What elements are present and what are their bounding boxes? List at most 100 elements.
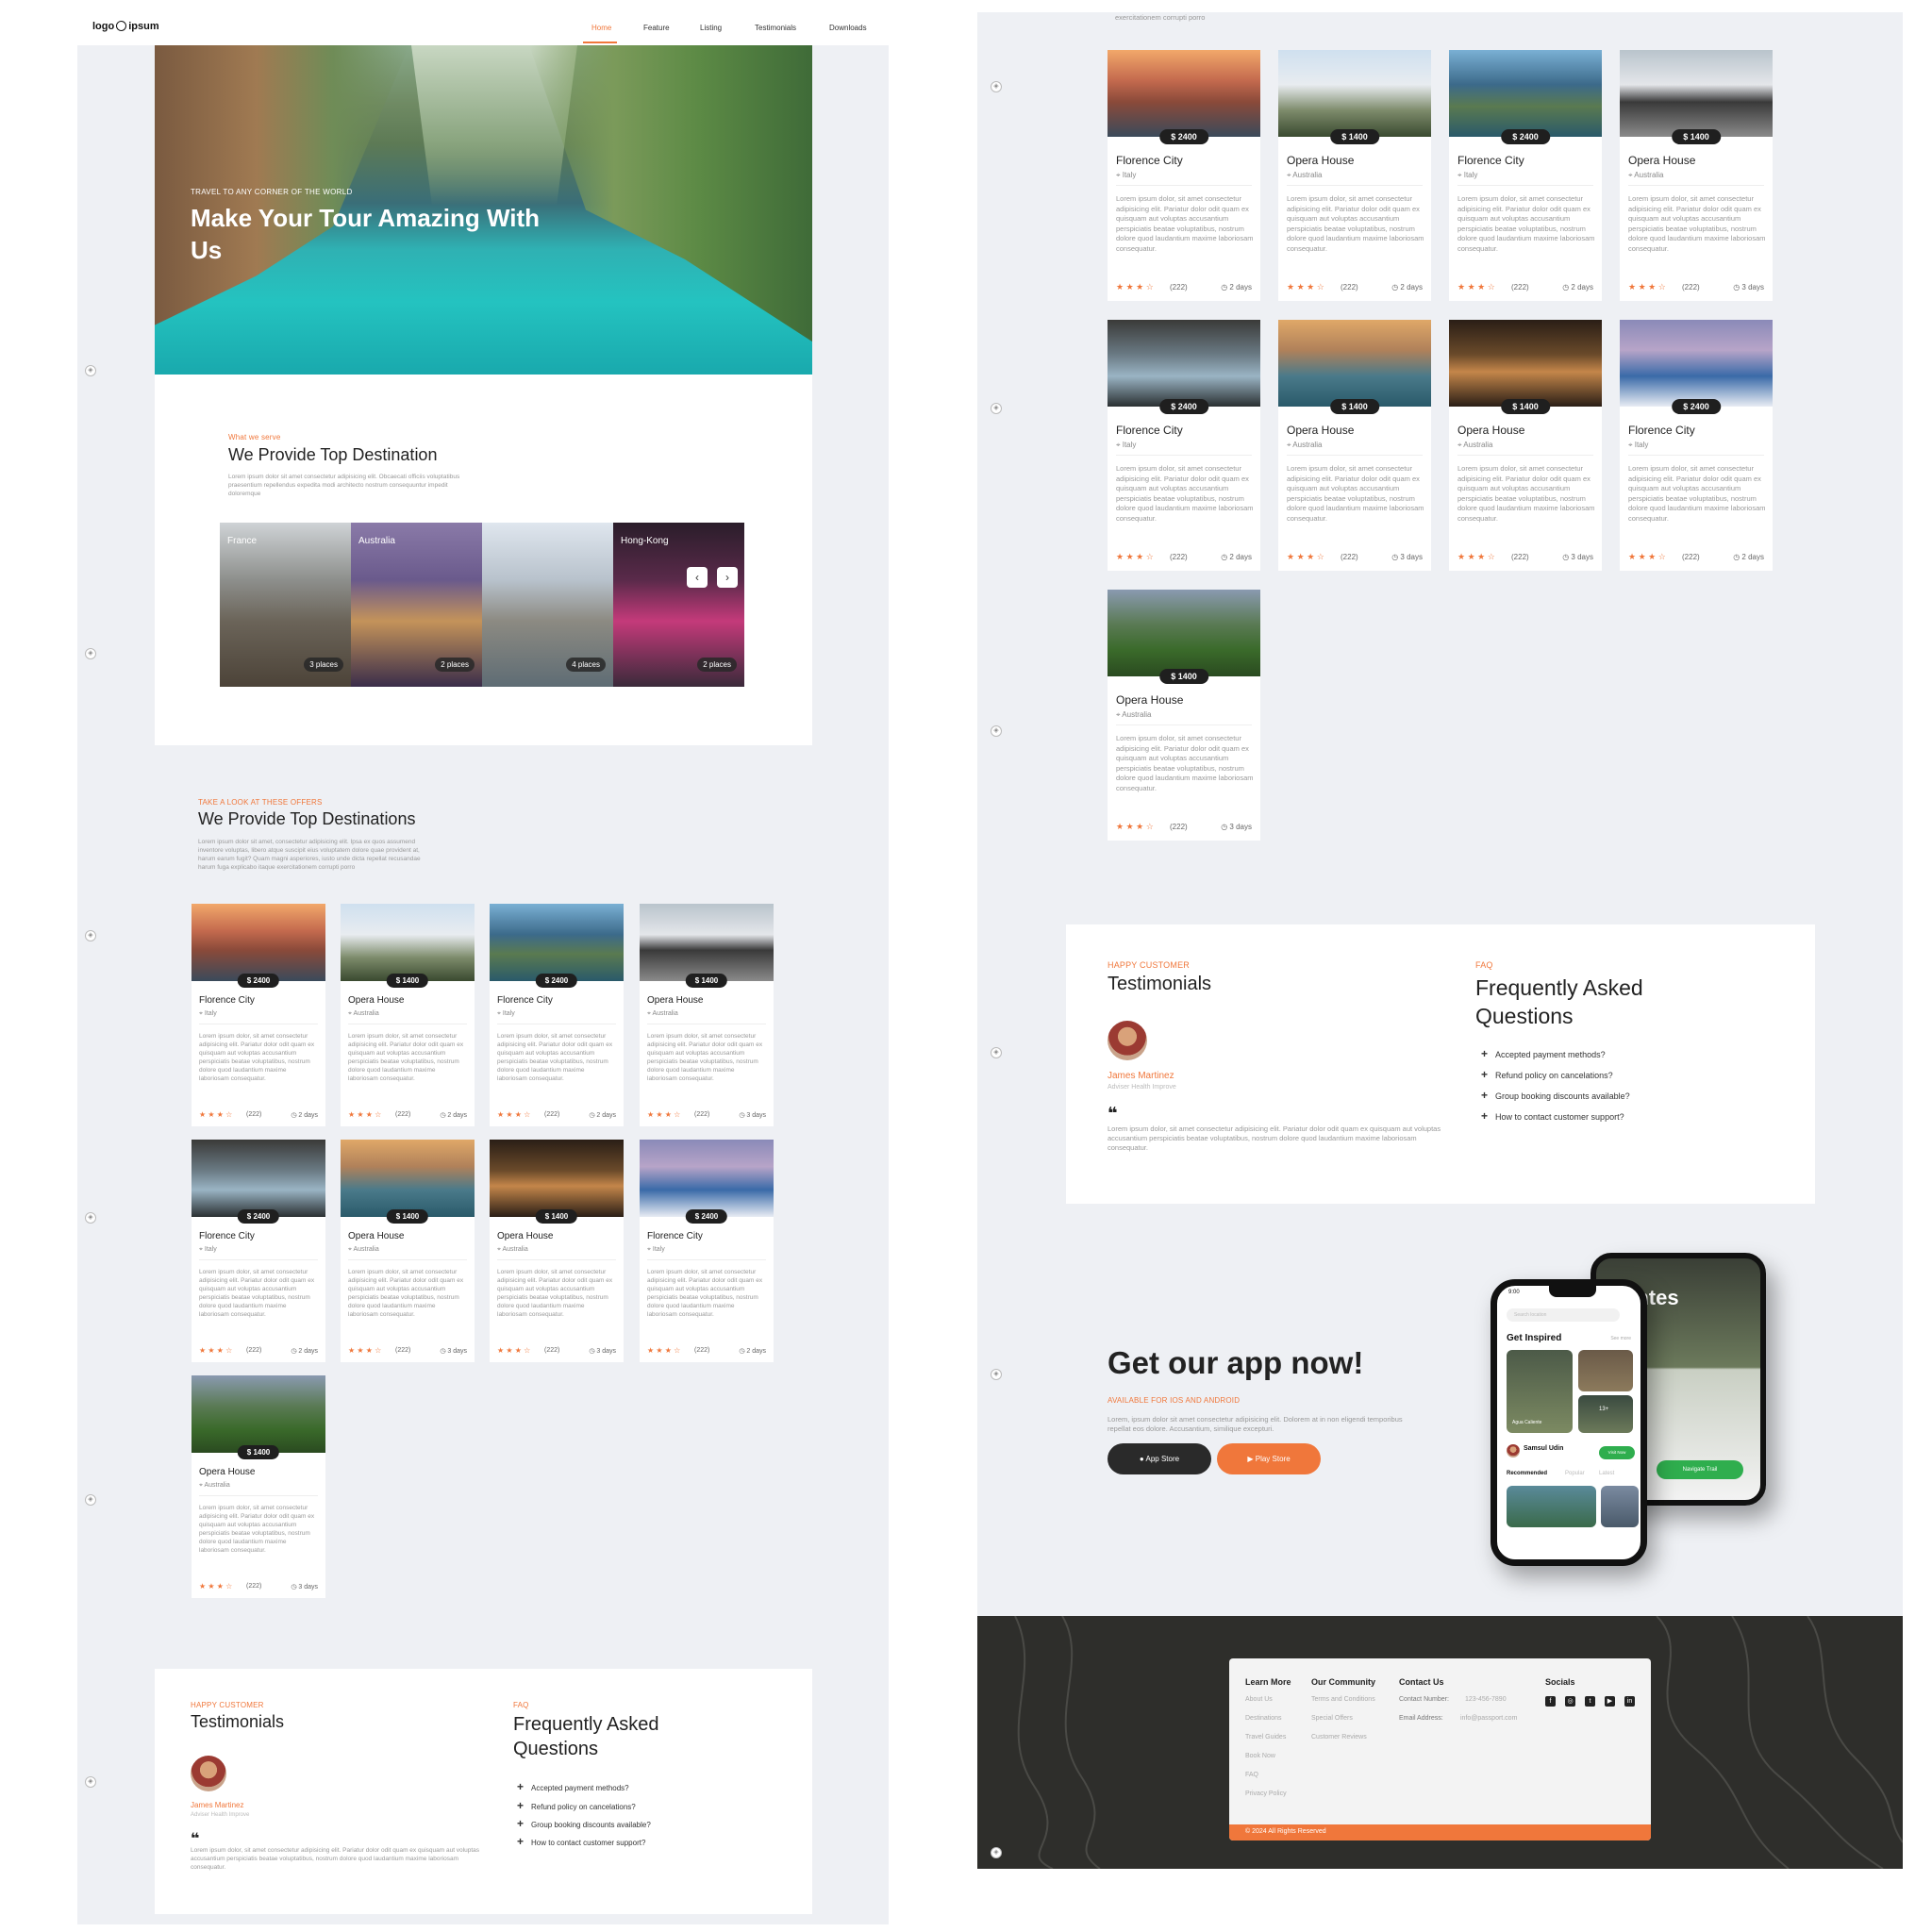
destination-card[interactable]: $ 2400 Florence City ⌖ Italy Lorem ipsum do… [1108, 320, 1260, 571]
section-edit-icon[interactable]: ◈ [991, 403, 1002, 414]
section-edit-icon[interactable]: ◈ [85, 1776, 96, 1788]
divider [1287, 455, 1423, 456]
section-edit-icon[interactable]: ◈ [991, 725, 1002, 737]
faq-item[interactable]: + Group booking discounts available? [1481, 1089, 1630, 1102]
destination-card[interactable]: $ 1400 Opera House ⌖ Australia Lorem ipsum … [341, 1140, 475, 1362]
card-location-text: Australia [353, 1010, 379, 1017]
destination-tile-hong-kong[interactable]: Hong-Kong 2 places ‹ › [613, 523, 744, 687]
avatar [1108, 1021, 1147, 1060]
card-description: Lorem ipsum dolor, sit amet consectetur … [199, 1269, 315, 1318]
footer-link[interactable]: FAQ [1245, 1772, 1258, 1778]
nav-link-listing[interactable]: Listing [700, 24, 722, 32]
faq-item[interactable]: + Refund policy on cancelations? [517, 1799, 636, 1812]
footer-link[interactable]: Privacy Policy [1245, 1790, 1287, 1797]
footer-link[interactable]: About Us [1245, 1696, 1273, 1703]
nav-link-testimonials[interactable]: Testimonials [755, 24, 796, 32]
destination-card[interactable]: $ 2400 Florence City ⌖ Italy Lorem ipsum do… [490, 904, 624, 1126]
destination-card[interactable]: $ 2400 Florence City ⌖ Italy Lorem ipsum do… [192, 1140, 325, 1362]
phone-tab-latest: Latest [1599, 1471, 1615, 1476]
section-edit-icon[interactable]: ◈ [85, 1494, 96, 1506]
destination-card[interactable]: $ 2400 Florence City ⌖ Italy Lorem ipsum do… [1108, 50, 1260, 301]
app-store-button[interactable]: ● App Store [1108, 1443, 1211, 1474]
destination-card[interactable]: $ 1400 Opera House ⌖ Australia Lorem ipsum … [341, 904, 475, 1126]
section-edit-icon[interactable]: ◈ [85, 1212, 96, 1224]
section-edit-icon[interactable]: ◈ [85, 365, 96, 376]
logo[interactable]: logo ipsum [92, 21, 159, 32]
divider [1457, 185, 1593, 186]
destination-card[interactable]: $ 1400 Opera House ⌖ Australia Lorem ipsum … [1108, 590, 1260, 841]
star-rating: ★ ★ ★ ☆ [1628, 282, 1666, 291]
footer-link[interactable]: Terms and Conditions [1311, 1696, 1375, 1703]
destination-tile-castle[interactable]: 4 places [482, 523, 613, 687]
section-edit-icon[interactable]: ◈ [991, 81, 1002, 92]
testimonial-quote: Lorem ipsum dolor, sit amet consectetur … [1108, 1124, 1441, 1152]
section-edit-icon[interactable]: ◈ [991, 1847, 1002, 1858]
destination-card[interactable]: $ 1400 Opera House ⌖ Australia Lorem ipsum … [192, 1375, 325, 1598]
footer-link[interactable]: Travel Guides [1245, 1734, 1286, 1740]
play-store-button[interactable]: ▶ Play Store [1217, 1443, 1321, 1474]
faq-item[interactable]: + Accepted payment methods? [1481, 1047, 1606, 1060]
card-image [1108, 50, 1260, 137]
faq-item[interactable]: + Group booking discounts available? [517, 1817, 651, 1830]
price-badge: $ 1400 [1330, 129, 1379, 144]
slider-prev-button[interactable]: ‹ [687, 567, 708, 588]
card-title: Florence City [199, 995, 255, 1006]
destination-card[interactable]: $ 2400 Florence City ⌖ Italy Lorem ipsum do… [192, 904, 325, 1126]
footer-link[interactable]: Customer Reviews [1311, 1734, 1367, 1740]
nav-link-downloads[interactable]: Downloads [829, 24, 867, 32]
instagram-icon[interactable]: ◎ [1565, 1696, 1575, 1707]
review-count: (222) [246, 1111, 262, 1118]
destination-tile-france[interactable]: France 3 places [220, 523, 351, 687]
destination-card[interactable]: $ 1400 Opera House ⌖ Australia Lorem ipsum … [490, 1140, 624, 1362]
card-duration: ◷ 2 days [440, 1111, 467, 1119]
contact-email[interactable]: info@passport.com [1460, 1715, 1517, 1722]
card-duration-text: 3 days [1229, 823, 1252, 831]
section-edit-icon[interactable]: ◈ [991, 1369, 1002, 1380]
card-location-text: Australia [1122, 710, 1152, 719]
price-badge: $ 1400 [535, 1209, 578, 1224]
destination-tile-australia[interactable]: Australia 2 places [351, 523, 482, 687]
destination-card[interactable]: $ 2400 Florence City ⌖ Italy Lorem ipsum do… [640, 1140, 774, 1362]
card-image [341, 904, 475, 981]
section-edit-icon[interactable]: ◈ [85, 648, 96, 659]
review-count: (222) [544, 1347, 560, 1354]
destination-card[interactable]: $ 1400 Opera House ⌖ Australia Lorem ipsum … [1449, 320, 1602, 571]
card-description: Lorem ipsum dolor, sit amet consectetur … [1116, 734, 1254, 792]
card-location: ⌖ Australia [1116, 710, 1151, 720]
facebook-icon[interactable]: f [1545, 1696, 1556, 1707]
destination-card[interactable]: $ 2400 Florence City ⌖ Italy Lorem ipsum do… [1620, 320, 1773, 571]
footer-link[interactable]: Book Now [1245, 1753, 1275, 1759]
location-pin-icon: ⌖ [1116, 441, 1123, 449]
divider [1116, 455, 1252, 456]
faq-question: Group booking discounts available? [1495, 1091, 1630, 1101]
faq-item[interactable]: + How to contact customer support? [517, 1835, 645, 1848]
card-title: Opera House [1457, 424, 1525, 437]
card-duration-text: 3 days [596, 1348, 616, 1355]
destination-card[interactable]: $ 1400 Opera House ⌖ Australia Lorem ipsum … [640, 904, 774, 1126]
section-edit-icon[interactable]: ◈ [85, 930, 96, 941]
destination-card[interactable]: $ 2400 Florence City ⌖ Italy Lorem ipsum do… [1449, 50, 1602, 301]
footer-link[interactable]: Special Offers [1311, 1715, 1353, 1722]
card-duration: ◷ 3 days [440, 1347, 467, 1355]
twitter-icon[interactable]: t [1585, 1696, 1595, 1707]
nav-link-home[interactable]: Home [591, 24, 611, 32]
footer-link[interactable]: Destinations [1245, 1715, 1282, 1722]
linkedin-icon[interactable]: in [1624, 1696, 1635, 1707]
card-location-text: Australia [652, 1010, 678, 1017]
youtube-icon[interactable]: ▶ [1605, 1696, 1615, 1707]
section-edit-icon[interactable]: ◈ [991, 1047, 1002, 1058]
faq-item[interactable]: + Refund policy on cancelations? [1481, 1068, 1613, 1081]
faq-item[interactable]: + Accepted payment methods? [517, 1780, 629, 1793]
destination-card[interactable]: $ 1400 Opera House ⌖ Australia Lorem ipsum … [1278, 50, 1431, 301]
footer-heading-community: Our Community [1311, 1677, 1376, 1687]
star-rating: ★ ★ ★ ☆ [1116, 282, 1154, 291]
destination-card[interactable]: $ 1400 Opera House ⌖ Australia Lorem ipsum … [1620, 50, 1773, 301]
contact-phone[interactable]: 123-456-7890 [1465, 1696, 1507, 1703]
nav-link-feature[interactable]: Feature [643, 24, 670, 32]
price-badge: $ 1400 [1501, 399, 1550, 414]
card-image [490, 1140, 624, 1217]
location-pin-icon: ⌖ [1628, 441, 1635, 449]
slider-next-button[interactable]: › [717, 567, 738, 588]
destination-card[interactable]: $ 1400 Opera House ⌖ Australia Lorem ipsum … [1278, 320, 1431, 571]
faq-item[interactable]: + How to contact customer support? [1481, 1109, 1624, 1123]
